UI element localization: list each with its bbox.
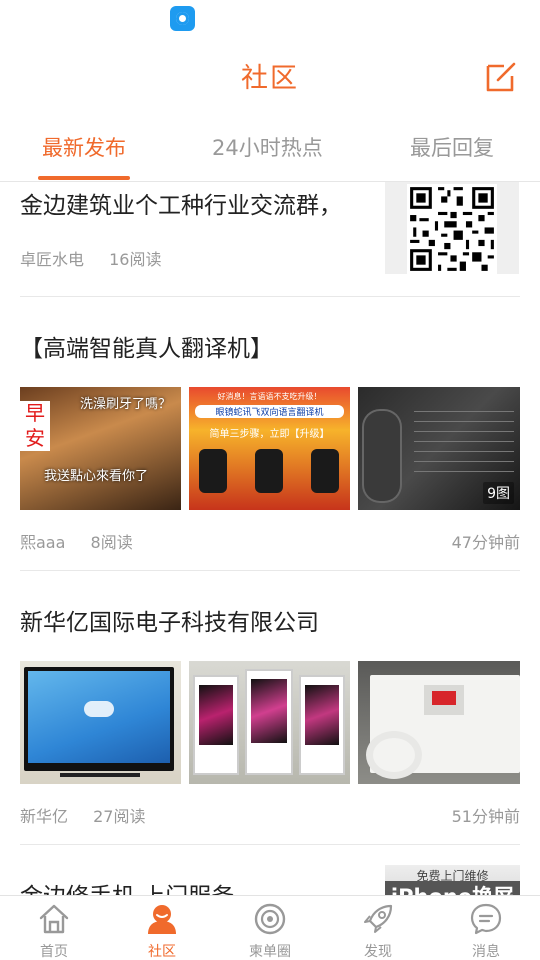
image-caption: iPhone换屏 — [385, 881, 520, 895]
post-author: 新华亿 — [20, 807, 69, 826]
image-count-badge: 9图 — [483, 482, 514, 504]
boy-meme-image[interactable]: 早 安 洗澡刷牙了嗎？ 我送點心來看你了 — [20, 387, 181, 510]
circle-icon — [254, 903, 286, 935]
nav-label: 发现 — [364, 944, 392, 960]
qr-code-image — [407, 184, 497, 274]
post-read-count: 16阅读 — [109, 250, 162, 269]
nav-home[interactable]: 首页 — [0, 896, 108, 960]
post-meta: 卓匠水电 16阅读 — [20, 246, 365, 270]
nav-discover[interactable]: 发现 — [324, 896, 432, 960]
app-notification-icon — [170, 6, 195, 31]
post-meta: 熙aaa 8阅读 47分钟前 — [20, 529, 520, 553]
post-title: 【高端智能真人翻译机】 — [20, 336, 273, 362]
post-thumbnail — [385, 182, 519, 274]
nav-label: 社区 — [148, 944, 176, 960]
page-title: 社区 — [241, 63, 299, 94]
active-tab-indicator — [38, 176, 130, 180]
nav-circle[interactable]: 柬单圈 — [216, 896, 324, 960]
rocket-icon — [364, 904, 393, 933]
image-banner: 好消息！言语语不支吃升级！ — [217, 392, 322, 401]
post-feed[interactable]: 金边建筑业个工种行业交流群， 卓匠水电 16阅读 【高端智能真人翻译机】 早 安… — [0, 182, 540, 895]
tab-24h-hot[interactable]: 24小时热点 — [212, 132, 323, 162]
post-item[interactable]: 金边建筑业个工种行业交流群， 卓匠水电 16阅读 — [20, 182, 520, 296]
nav-messages[interactable]: 消息 — [432, 896, 540, 960]
post-time: 51分钟前 — [451, 807, 520, 826]
tab-latest[interactable]: 最新发布 — [42, 132, 126, 162]
bottom-nav: 首页 社区 柬单圈 发现 消息 — [0, 895, 540, 960]
post-title: 金边修手机 上门服务 — [20, 877, 365, 895]
post-author: 熙aaa — [20, 533, 66, 552]
translator-ad-image[interactable]: 好消息！言语语不支吃升级！ 眼镜蛇讯飞双向语言翻译机 简单三步骤，立即【升级】 — [189, 387, 350, 510]
post-title: 新华亿国际电子科技有限公司 — [20, 610, 319, 636]
home-icon — [39, 904, 69, 934]
nav-community[interactable]: 社区 — [108, 896, 216, 960]
image-caption: 我送點心來看你了 — [44, 469, 149, 484]
display-stand-image[interactable] — [189, 661, 350, 784]
compose-icon[interactable] — [484, 58, 520, 94]
post-read-count: 8阅读 — [90, 533, 133, 552]
post-meta: 新华亿 27阅读 51分钟前 — [20, 803, 520, 827]
image-banner: 简单三步骤，立即【升级】 — [209, 429, 330, 440]
tab-bar: 最新发布 24小时热点 最后回复 — [0, 114, 540, 182]
tv-image[interactable] — [20, 661, 181, 784]
image-text: 安 — [25, 426, 45, 450]
image-text: 早 — [25, 401, 45, 425]
phone-repair-ad-image[interactable]: 免费上门维修 iPhone换屏 — [385, 865, 520, 895]
status-bar — [0, 0, 540, 38]
nav-label: 首页 — [40, 944, 68, 960]
post-author: 卓匠水电 — [20, 250, 85, 269]
air-conditioner-image[interactable] — [358, 661, 520, 784]
post-item[interactable]: 【高端智能真人翻译机】 早 安 洗澡刷牙了嗎？ 我送點心來看你了 好消息！言语语… — [20, 297, 520, 570]
translator-device-image[interactable]: 9图 — [358, 387, 520, 510]
post-item[interactable]: 新华亿国际电子科技有限公司 新华亿 27阅读 51分钟前 — [20, 571, 520, 844]
post-time: 47分钟前 — [451, 533, 520, 552]
post-item[interactable]: 金边修手机 上门服务 免费上门维修 iPhone换屏 — [20, 845, 520, 895]
message-icon — [470, 903, 502, 935]
tab-last-reply[interactable]: 最后回复 — [410, 132, 494, 162]
post-title: 金边建筑业个工种行业交流群， — [20, 193, 342, 219]
image-caption: 洗澡刷牙了嗎？ — [80, 397, 172, 412]
nav-label: 消息 — [472, 944, 500, 960]
post-read-count: 27阅读 — [93, 807, 146, 826]
nav-label: 柬单圈 — [249, 944, 291, 960]
header: 社区 — [0, 38, 540, 114]
image-banner: 眼镜蛇讯飞双向语言翻译机 — [195, 405, 344, 418]
community-icon — [148, 905, 176, 934]
